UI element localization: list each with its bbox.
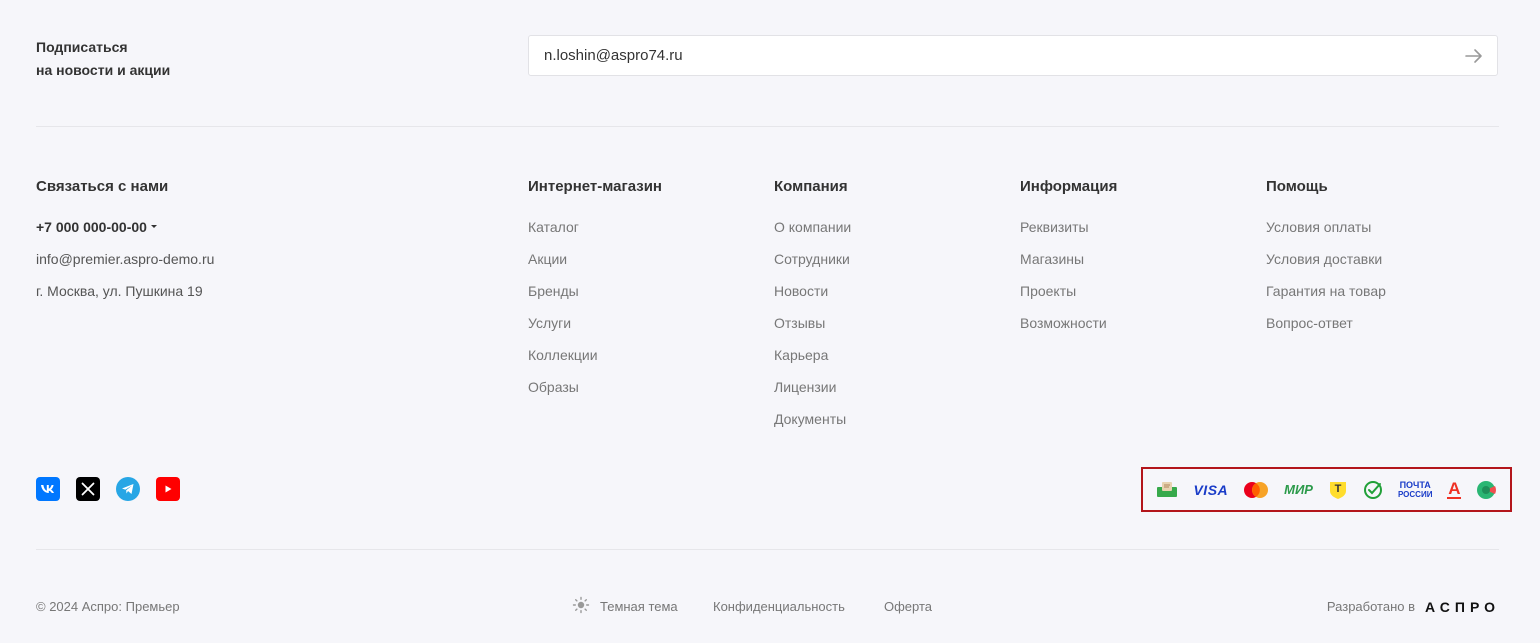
developer-logo[interactable]: АСПРО bbox=[1425, 598, 1500, 616]
tinkoff-icon: Т bbox=[1328, 479, 1348, 501]
cash-icon bbox=[1156, 479, 1178, 501]
footer-link-looks[interactable]: Образы bbox=[528, 377, 662, 409]
russian-post-icon: ПОЧТА РОССИИ bbox=[1397, 479, 1433, 499]
youtube-icon[interactable] bbox=[156, 477, 180, 501]
help-column: Помощь Условия оплаты Условия доставки Г… bbox=[1266, 177, 1386, 345]
caret-down-icon bbox=[150, 224, 157, 228]
footer-link-faq[interactable]: Вопрос-ответ bbox=[1266, 313, 1386, 345]
footer-link-brands[interactable]: Бренды bbox=[528, 281, 662, 313]
developed-by-label: Разработано в bbox=[1326, 599, 1416, 614]
company-column: Компания О компании Сотрудники Новости О… bbox=[774, 177, 851, 441]
offer-link[interactable]: Оферта bbox=[884, 598, 932, 616]
social-links bbox=[36, 477, 180, 501]
footer-link-reviews[interactable]: Отзывы bbox=[774, 313, 851, 345]
mastercard-icon bbox=[1243, 479, 1269, 501]
shop-title: Интернет-магазин bbox=[528, 178, 662, 195]
telegram-icon[interactable] bbox=[116, 477, 140, 501]
email-input[interactable] bbox=[544, 36, 1424, 75]
privacy-link[interactable]: Конфиденциальность bbox=[713, 598, 845, 616]
info-title: Информация bbox=[1020, 178, 1118, 195]
footer-link-projects[interactable]: Проекты bbox=[1020, 281, 1117, 313]
subscribe-title: Подписаться на новости и акции bbox=[36, 36, 170, 82]
theme-toggle-label: Темная тема bbox=[600, 599, 678, 614]
arrow-right-icon[interactable] bbox=[1465, 48, 1483, 64]
copyright: © 2024 Аспро: Премьер bbox=[36, 599, 180, 614]
footer-link-payment[interactable]: Условия оплаты bbox=[1266, 217, 1386, 249]
footer-link-collections[interactable]: Коллекции bbox=[528, 345, 662, 377]
vk-icon[interactable] bbox=[36, 477, 60, 501]
contact-address: г. Москва, ул. Пушкина 19 bbox=[36, 283, 203, 299]
subscribe-title-line1: Подписаться bbox=[36, 39, 128, 55]
shop-column: Интернет-магазин Каталог Акции Бренды Ус… bbox=[528, 177, 662, 409]
divider-bottom bbox=[36, 549, 1499, 550]
footer-link-sales[interactable]: Акции bbox=[528, 249, 662, 281]
contact-email[interactable]: info@premier.aspro-demo.ru bbox=[36, 249, 214, 281]
phone-number: +7 000 000-00-00 bbox=[36, 219, 147, 235]
mir-icon: МИР bbox=[1284, 482, 1313, 497]
company-title: Компания bbox=[774, 178, 848, 195]
footer-link-about[interactable]: О компании bbox=[774, 217, 851, 249]
developer-credit: Разработано в АСПРО bbox=[1327, 598, 1500, 616]
footer-link-catalog[interactable]: Каталог bbox=[528, 217, 662, 249]
footer-link-staff[interactable]: Сотрудники bbox=[774, 249, 851, 281]
footer-link-licenses[interactable]: Лицензии bbox=[774, 377, 851, 409]
subscribe-form bbox=[528, 35, 1498, 76]
x-icon[interactable] bbox=[76, 477, 100, 501]
divider-top bbox=[36, 126, 1499, 127]
sberpay-icon bbox=[1363, 479, 1383, 501]
visa-icon: VISA bbox=[1193, 481, 1229, 498]
footer-link-requisites[interactable]: Реквизиты bbox=[1020, 217, 1117, 249]
alfa-bank-icon: А bbox=[1447, 478, 1462, 499]
footer-link-stores[interactable]: Магазины bbox=[1020, 249, 1117, 281]
theme-toggle[interactable]: Темная тема bbox=[572, 596, 678, 619]
subscribe-title-line2: на новости и акции bbox=[36, 62, 171, 78]
help-title: Помощь bbox=[1266, 178, 1328, 195]
contacts-column: Связаться с нами +7 000 000-00-00 info@p… bbox=[36, 177, 214, 313]
bank-logo-icon bbox=[1476, 479, 1497, 501]
footer-link-news[interactable]: Новости bbox=[774, 281, 851, 313]
footer-link-documents[interactable]: Документы bbox=[774, 409, 851, 441]
info-column: Информация Реквизиты Магазины Проекты Во… bbox=[1020, 177, 1117, 345]
footer-link-delivery[interactable]: Условия доставки bbox=[1266, 249, 1386, 281]
footer-link-services[interactable]: Услуги bbox=[528, 313, 662, 345]
footer-link-warranty[interactable]: Гарантия на товар bbox=[1266, 281, 1386, 313]
sun-icon bbox=[572, 596, 590, 619]
footer-link-careers[interactable]: Карьера bbox=[774, 345, 851, 377]
contacts-title: Связаться с нами bbox=[36, 178, 169, 195]
payment-methods: VISA МИР Т ПОЧТА РОССИИ А bbox=[1141, 467, 1512, 512]
footer-link-features[interactable]: Возможности bbox=[1020, 313, 1117, 345]
phone-dropdown[interactable]: +7 000 000-00-00 bbox=[36, 217, 214, 249]
